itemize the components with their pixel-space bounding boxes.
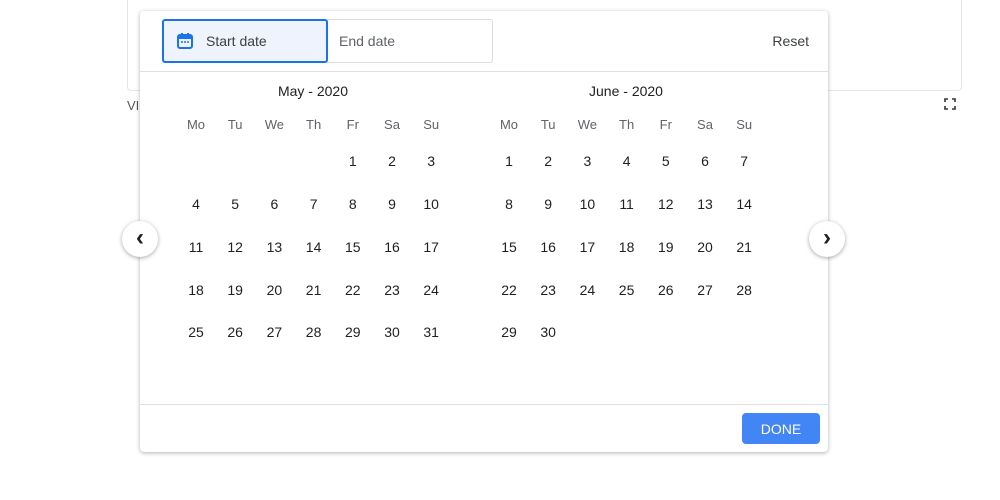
weekday-label: Th [619, 117, 635, 132]
day-cell[interactable]: 1 [494, 149, 524, 173]
weekday-label: Sa [697, 117, 713, 132]
weekday-label: Tu [540, 117, 556, 132]
day-cell[interactable]: 9 [377, 192, 407, 216]
day-cell[interactable]: 24 [416, 278, 446, 302]
weekday-label: Fr [659, 117, 672, 132]
day-cell[interactable]: 10 [416, 192, 446, 216]
day-cell[interactable]: 26 [651, 278, 681, 302]
weekday-label: Su [423, 117, 440, 132]
day-cell[interactable]: 28 [299, 320, 329, 344]
day-cell[interactable]: 1 [338, 149, 368, 173]
day-cell[interactable]: 15 [338, 235, 368, 259]
day-cell[interactable]: 11 [181, 235, 211, 259]
day-cell[interactable]: 13 [259, 235, 289, 259]
day-cell[interactable]: 5 [651, 149, 681, 173]
day-cell[interactable]: 15 [494, 235, 524, 259]
day-cell[interactable]: 29 [338, 320, 368, 344]
day-cell[interactable]: 21 [729, 235, 759, 259]
day-cell[interactable]: 24 [572, 278, 602, 302]
day-cell[interactable]: 3 [572, 149, 602, 173]
chevron-left-icon: ‹ [136, 223, 144, 251]
month-title-may: May - 2020 [277, 83, 349, 99]
weekday-label: Sa [384, 117, 400, 132]
day-cell[interactable]: 16 [377, 235, 407, 259]
day-cell[interactable]: 23 [377, 278, 407, 302]
day-cell[interactable]: 28 [729, 278, 759, 302]
background-label: VI [127, 98, 140, 113]
day-cell[interactable]: 10 [572, 192, 602, 216]
day-cell[interactable]: 20 [690, 235, 720, 259]
calendar-icon [177, 33, 193, 49]
day-cell[interactable]: 8 [494, 192, 524, 216]
day-cell[interactable]: 25 [181, 320, 211, 344]
weekday-label: We [577, 117, 598, 132]
day-cell[interactable]: 13 [690, 192, 720, 216]
day-cell[interactable]: 4 [181, 192, 211, 216]
next-month-button[interactable]: › [809, 221, 845, 257]
day-cell[interactable]: 30 [377, 320, 407, 344]
prev-month-button[interactable]: ‹ [122, 221, 158, 257]
day-cell[interactable]: 25 [612, 278, 642, 302]
day-cell[interactable]: 5 [220, 192, 250, 216]
day-cell[interactable]: 19 [220, 278, 250, 302]
day-cell[interactable]: 27 [690, 278, 720, 302]
start-date-placeholder: Start date [206, 33, 267, 49]
day-cell[interactable]: 20 [259, 278, 289, 302]
weekday-label: Fr [346, 117, 359, 132]
day-cell[interactable]: 6 [690, 149, 720, 173]
day-cell[interactable]: 11 [612, 192, 642, 216]
day-cell[interactable]: 2 [533, 149, 563, 173]
day-cell[interactable]: 23 [533, 278, 563, 302]
day-cell[interactable]: 31 [416, 320, 446, 344]
divider [140, 404, 828, 405]
day-cell[interactable]: 22 [338, 278, 368, 302]
weekday-label: Mo [499, 117, 519, 132]
day-cell[interactable]: 2 [377, 149, 407, 173]
weekday-label: Th [306, 117, 322, 132]
day-cell[interactable]: 30 [533, 320, 563, 344]
chevron-right-icon: › [823, 223, 831, 251]
weekday-label: Mo [186, 117, 206, 132]
day-cell[interactable]: 18 [612, 235, 642, 259]
fullscreen-icon[interactable] [944, 98, 956, 110]
day-cell[interactable]: 14 [299, 235, 329, 259]
done-button[interactable]: DONE [742, 413, 820, 444]
date-range-picker: Start date End date Reset May - 2020 Jun… [140, 11, 828, 452]
day-cell[interactable]: 9 [533, 192, 563, 216]
day-cell[interactable]: 17 [416, 235, 446, 259]
day-cell[interactable]: 12 [220, 235, 250, 259]
day-cell[interactable]: 16 [533, 235, 563, 259]
day-cell[interactable]: 14 [729, 192, 759, 216]
day-cell[interactable]: 12 [651, 192, 681, 216]
start-date-field[interactable]: Start date [162, 19, 328, 63]
day-cell[interactable]: 19 [651, 235, 681, 259]
day-cell[interactable]: 17 [572, 235, 602, 259]
day-cell[interactable]: 4 [612, 149, 642, 173]
day-cell[interactable]: 7 [299, 192, 329, 216]
weekday-label: Su [736, 117, 753, 132]
reset-button[interactable]: Reset [772, 33, 809, 49]
divider [140, 71, 828, 72]
day-cell[interactable]: 6 [259, 192, 289, 216]
end-date-placeholder: End date [339, 33, 396, 49]
end-date-field[interactable]: End date [327, 19, 493, 63]
day-cell[interactable]: 27 [259, 320, 289, 344]
day-cell[interactable]: 22 [494, 278, 524, 302]
day-cell[interactable]: 18 [181, 278, 211, 302]
weekday-label: Tu [227, 117, 243, 132]
day-cell[interactable]: 8 [338, 192, 368, 216]
day-cell[interactable]: 21 [299, 278, 329, 302]
day-cell[interactable]: 26 [220, 320, 250, 344]
month-title-june: June - 2020 [589, 83, 663, 99]
day-cell[interactable]: 29 [494, 320, 524, 344]
weekday-label: We [264, 117, 285, 132]
day-cell[interactable]: 7 [729, 149, 759, 173]
day-cell[interactable]: 3 [416, 149, 446, 173]
